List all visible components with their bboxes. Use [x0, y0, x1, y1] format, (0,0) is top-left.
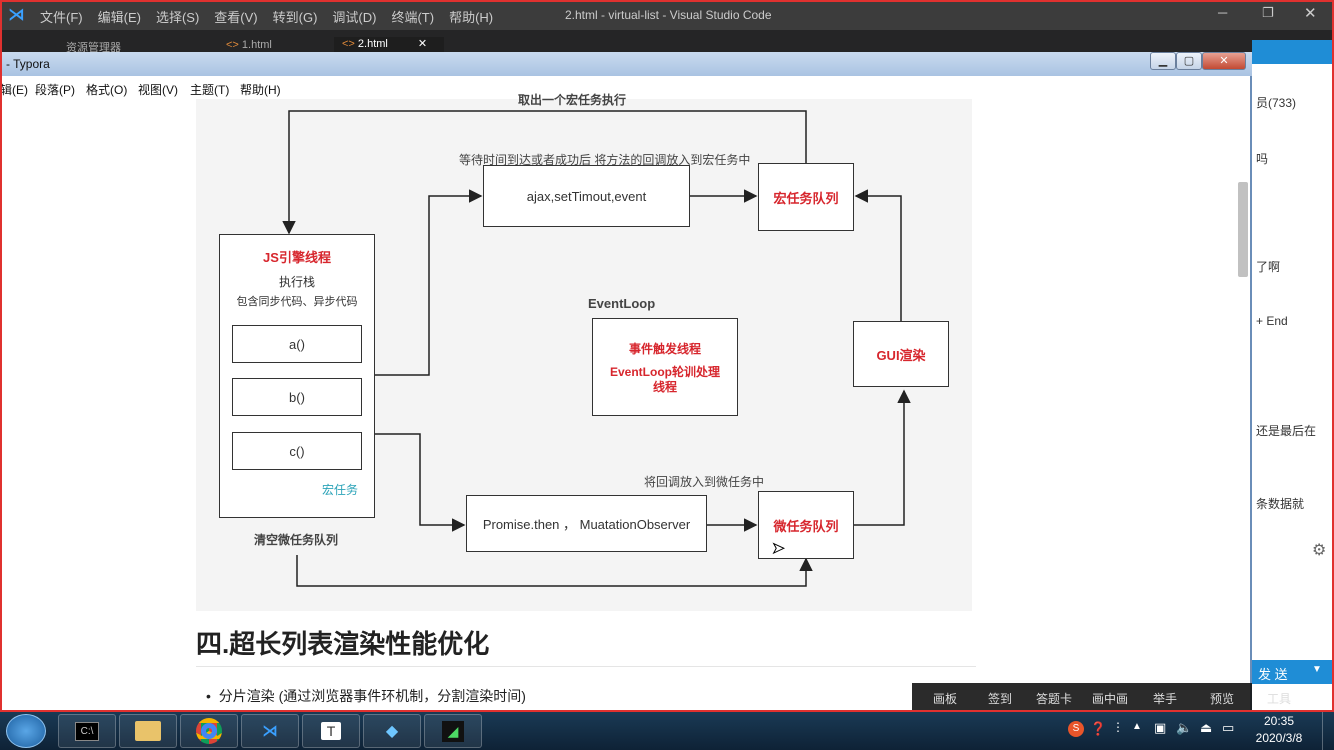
list-item: • 分片渲染 (通过浏览器事件环机制，分割渲染时间): [206, 688, 526, 704]
chat-line: 了啊: [1256, 260, 1281, 274]
close-icon[interactable]: ✕: [1304, 4, 1317, 22]
menu-edit[interactable]: 辑(E): [0, 81, 28, 98]
list-item-text: 分片渲染 (通过浏览器事件环机制，分割渲染时间): [218, 688, 526, 704]
chat-line: 吗: [1256, 152, 1269, 166]
media-player-icon[interactable]: ◆: [363, 714, 421, 748]
toolbar-whiteboard[interactable]: 画板: [933, 690, 957, 707]
typora-titlebar: - Typora ▁ ▢ ✕: [0, 52, 1252, 76]
vscode-icon[interactable]: ⋊: [241, 714, 299, 748]
volume-icon[interactable]: 🔈: [1176, 720, 1192, 736]
js-engine-box: JS引擎线程 执行栈 包含同步代码、异步代码 a() b() c() 宏任务: [219, 234, 375, 518]
tray-arrow-icon[interactable]: ▲: [1132, 721, 1142, 732]
vscode-window-title: 2.html - virtual-list - Visual Studio Co…: [565, 8, 772, 22]
minimize-icon[interactable]: ─: [1218, 5, 1227, 20]
toolbar-pip[interactable]: 画中画: [1092, 690, 1128, 707]
vscode-logo-icon[interactable]: ⋊: [8, 5, 25, 25]
menu-goto[interactable]: 转到(G): [273, 7, 318, 26]
macro-task-tag: 宏任务: [322, 483, 359, 497]
toolbar-preview[interactable]: 预览: [1210, 690, 1234, 707]
stack-item-b: b(): [232, 378, 362, 416]
clock-date: 2020/3/8: [1255, 731, 1303, 745]
chat-line: 条数据就: [1256, 497, 1305, 511]
chat-panel: 员(733) 吗 了啊 + End 还是最后在 条数据就 ⚙ 发 送 ▼: [1252, 40, 1334, 712]
menu-file[interactable]: 文件(F): [40, 7, 83, 26]
game-icon[interactable]: ◢: [424, 714, 482, 748]
typora-window-title: - Typora: [6, 57, 50, 71]
top-label: 取出一个宏任务执行: [518, 93, 627, 107]
maximize-button[interactable]: ▢: [1176, 52, 1202, 70]
tab-1-html[interactable]: <> 1.html: [226, 39, 272, 51]
typora-window: - Typora ▁ ▢ ✕ 辑(E) 段落(P) 格式(O) 视图(V) 主题…: [0, 52, 1252, 712]
toolbar-tools[interactable]: 工具: [1267, 690, 1291, 707]
vscode-tabbar: 资源管理器 <> 1.html <> 2.html ✕: [0, 30, 1334, 54]
toolbar-answer-card[interactable]: 答题卡: [1036, 690, 1072, 707]
toolbar-raise-hand[interactable]: 举手: [1153, 690, 1177, 707]
menu-view[interactable]: 视图(V): [138, 81, 178, 98]
gear-icon[interactable]: ⚙: [1312, 540, 1326, 560]
cmd-icon[interactable]: C:\: [58, 714, 116, 748]
tab-2-html[interactable]: <> 2.html ✕: [334, 37, 444, 52]
meeting-toolbar: 画板 签到 答题卡 画中画 举手 预览: [912, 683, 1252, 711]
eventloop-diagram: 取出一个宏任务执行 等待时间到达或者成功后 将方法的回调放入到宏任务中 ajax…: [196, 93, 972, 611]
clear-micro-label: 清空微任务队列: [254, 533, 339, 547]
event-thread-line2: EventLoop轮训处理线程: [610, 364, 720, 394]
js-engine-title: JS引擎线程: [263, 250, 331, 265]
micro-label: 将回调放入到微任务中: [644, 475, 765, 489]
stack-item-a: a(): [232, 325, 362, 363]
restore-icon[interactable]: ❐: [1262, 5, 1274, 21]
scrollbar-thumb[interactable]: [1238, 182, 1248, 277]
send-button[interactable]: 发 送 ▼: [1252, 660, 1334, 684]
usb-icon[interactable]: ⏏: [1200, 720, 1212, 736]
chat-line: 员(733): [1256, 96, 1297, 110]
typora-icon[interactable]: T: [302, 714, 360, 748]
mouse-cursor-icon: ➤: [772, 540, 786, 558]
ime-status-icon[interactable]: ⋮: [1112, 720, 1124, 734]
monitor-icon[interactable]: ▭: [1222, 720, 1234, 736]
stack-item-c: c(): [232, 432, 362, 470]
network-icon[interactable]: ▣: [1154, 720, 1166, 736]
gui-render-box: GUI渲染: [853, 321, 949, 387]
menu-format[interactable]: 格式(O): [86, 81, 127, 98]
chat-header: [1252, 40, 1334, 64]
chevron-down-icon[interactable]: ▼: [1312, 664, 1322, 675]
chat-line: + End: [1256, 314, 1288, 328]
heading-divider: [196, 666, 976, 667]
help-icon[interactable]: ❓: [1090, 721, 1106, 737]
start-button[interactable]: [6, 714, 46, 748]
taskbar-clock[interactable]: 20:35 2020/3/8: [1248, 713, 1310, 747]
menu-selection[interactable]: 选择(S): [156, 7, 199, 26]
eventloop-label: EventLoop: [588, 296, 656, 311]
promise-box: Promise.then ， MuatationObserver: [466, 495, 707, 552]
menu-view[interactable]: 查看(V): [214, 7, 257, 26]
menu-terminal[interactable]: 终端(T): [391, 7, 434, 26]
ajax-box: ajax,setTimout,event: [483, 165, 690, 227]
js-engine-sub1: 执行栈: [278, 275, 315, 289]
event-thread-box: 事件触发线程 EventLoop轮训处理线程: [592, 318, 738, 416]
event-thread-line1: 事件触发线程: [628, 341, 701, 356]
chrome-icon[interactable]: [180, 714, 238, 748]
sogou-ime-icon[interactable]: S: [1068, 721, 1084, 737]
macro-queue-box: 宏任务队列: [758, 163, 854, 231]
menu-help[interactable]: 帮助(H): [240, 81, 281, 98]
menu-debug[interactable]: 调试(D): [332, 7, 376, 26]
menu-paragraph[interactable]: 段落(P): [35, 81, 75, 98]
file-explorer-icon[interactable]: [119, 714, 177, 748]
chat-line: 还是最后在: [1256, 424, 1317, 438]
menu-theme[interactable]: 主题(T): [190, 81, 229, 98]
tab-close-icon[interactable]: ✕: [418, 38, 427, 50]
close-button[interactable]: ✕: [1202, 52, 1246, 70]
minimize-button[interactable]: ▁: [1150, 52, 1176, 70]
show-desktop-button[interactable]: [1322, 712, 1334, 750]
taskbar: C:\ ⋊ T ◆ ◢ S ❓ ⋮ ▲ ▣ 🔈 ⏏ ▭ 20:35 2020/3…: [0, 712, 1334, 750]
section-heading: 四.超长列表渲染性能优化: [196, 629, 490, 659]
js-engine-sub2: 包含同步代码、异步代码: [236, 296, 358, 308]
clock-time: 20:35: [1263, 714, 1295, 728]
menu-edit[interactable]: 编辑(E): [98, 7, 141, 26]
menu-help[interactable]: 帮助(H): [449, 7, 493, 26]
vscode-titlebar: ⋊ 文件(F) 编辑(E) 选择(S) 查看(V) 转到(G) 调试(D) 终端(T) 帮助(…: [0, 0, 1334, 30]
toolbar-signin[interactable]: 签到: [988, 690, 1012, 707]
